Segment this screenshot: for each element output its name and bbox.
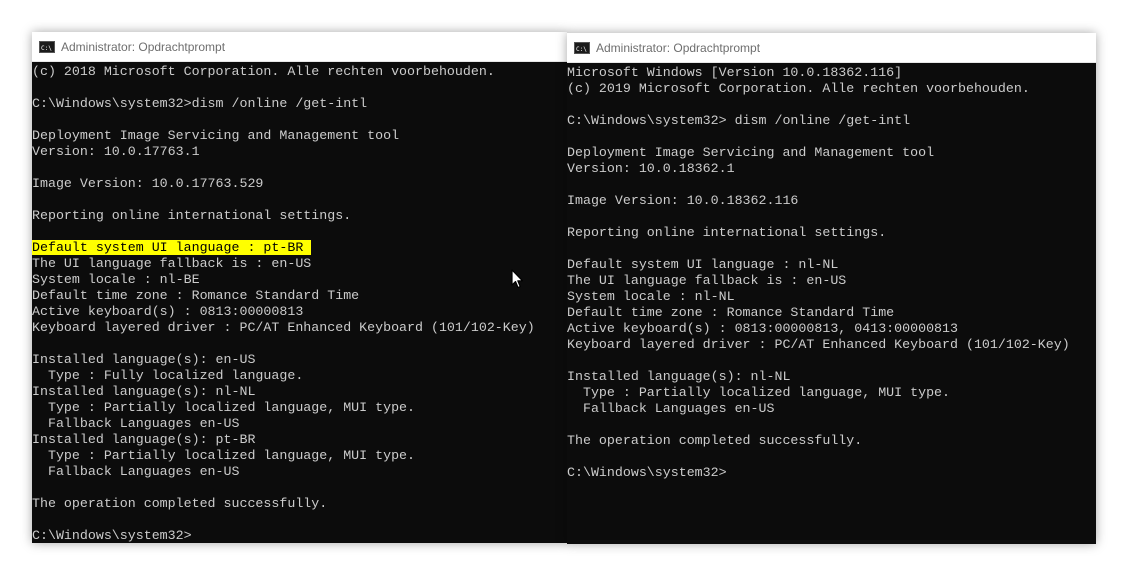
console-line: Type : Partially localized language, MUI… [32,400,416,415]
console-line: Image Version: 10.0.17763.529 [32,176,264,191]
console-line: Type : Partially localized language, MUI… [32,448,416,463]
console-line: Installed language(s): nl-NL [32,384,256,399]
mouse-cursor-icon [511,269,525,294]
right-console-output[interactable]: Microsoft Windows [Version 10.0.18362.11… [567,63,1096,481]
console-line: Type : Fully localized language. [32,368,304,383]
console-line: Reporting online international settings. [32,208,352,223]
console-line: Reporting online international settings. [567,225,887,240]
console-line: Fallback Languages en-US [32,464,240,479]
console-line: Installed language(s): pt-BR [32,432,256,447]
console-line: C:\Windows\system32> dism /online /get-i… [567,113,911,128]
console-line: (c) 2019 Microsoft Corporation. Alle rec… [567,81,1030,96]
right-console-window[interactable]: C:\ Administrator: Opdrachtprompt Micros… [567,33,1096,544]
console-line: Active keyboard(s) : 0813:00000813 [32,304,304,319]
console-line: Active keyboard(s) : 0813:00000813, 0413… [567,321,958,336]
console-line: Deployment Image Servicing and Managemen… [32,128,400,143]
console-line: The UI language fallback is : en-US [32,256,312,271]
svg-text:C:\: C:\ [41,45,52,51]
console-line: (c) 2018 Microsoft Corporation. Alle rec… [32,64,495,79]
left-title-bar[interactable]: C:\ Administrator: Opdrachtprompt [32,32,567,62]
console-line: Microsoft Windows [Version 10.0.18362.11… [567,65,903,80]
console-line: System locale : nl-NL [567,289,735,304]
console-line: Version: 10.0.17763.1 [32,144,200,159]
console-line: C:\Windows\system32>dism /online /get-in… [32,96,368,111]
left-window-title: Administrator: Opdrachtprompt [61,39,226,54]
right-window-title: Administrator: Opdrachtprompt [596,40,761,55]
console-line: The operation completed successfully. [32,496,328,511]
svg-text:C:\: C:\ [576,46,587,52]
console-line: Keyboard layered driver : PC/AT Enhanced… [567,337,1070,352]
console-line: Installed language(s): nl-NL [567,369,791,384]
console-line: Fallback Languages en-US [32,416,240,431]
console-line: Installed language(s): en-US [32,352,256,367]
right-title-bar[interactable]: C:\ Administrator: Opdrachtprompt [567,33,1096,63]
console-line: The operation completed successfully. [567,433,863,448]
console-line: C:\Windows\system32> [32,528,192,543]
console-line: Fallback Languages en-US [567,401,775,416]
left-console-output[interactable]: (c) 2018 Microsoft Corporation. Alle rec… [32,62,567,544]
left-console-window[interactable]: C:\ Administrator: Opdrachtprompt (c) 20… [32,32,567,543]
highlighted-text: Default system UI language : pt-BR [32,240,312,255]
console-line: Type : Partially localized language, MUI… [567,385,951,400]
console-line: Default time zone : Romance Standard Tim… [567,305,895,320]
console-line: Version: 10.0.18362.1 [567,161,735,176]
cmd-icon: C:\ [574,41,590,54]
console-line: Keyboard layered driver : PC/AT Enhanced… [32,320,535,335]
cmd-icon: C:\ [39,40,55,53]
console-line: The UI language fallback is : en-US [567,273,847,288]
console-line: C:\Windows\system32> [567,465,727,480]
console-line: System locale : nl-BE [32,272,200,287]
console-line: Default system UI language : nl-NL [567,257,839,272]
console-line: Deployment Image Servicing and Managemen… [567,145,935,160]
console-line: Default system UI language : pt-BR [32,240,567,256]
console-line: Image Version: 10.0.18362.116 [567,193,799,208]
console-line: Default time zone : Romance Standard Tim… [32,288,360,303]
